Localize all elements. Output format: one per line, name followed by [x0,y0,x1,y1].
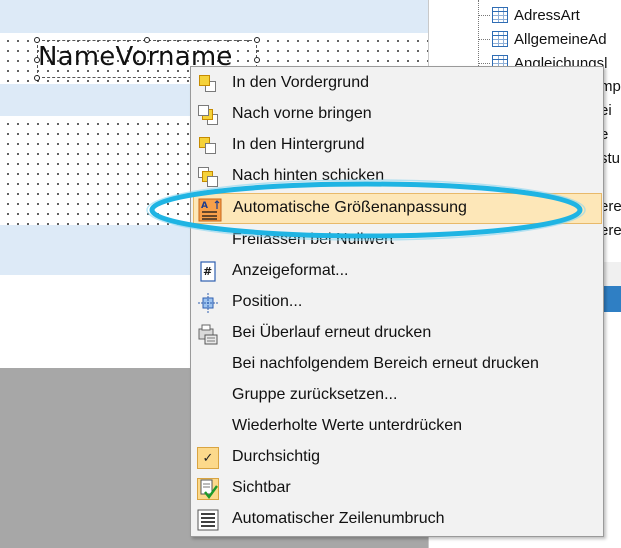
display-format-icon: # [197,261,219,283]
menu-item-label: Gruppe zurücksetzen... [232,386,398,403]
resize-handle[interactable] [34,37,40,43]
menu-item-label: Nach vorne bringen [232,105,372,122]
menu-item-label: Automatischer Zeilenumbruch [232,510,445,527]
menu-item-label: Bei nachfolgendem Bereich erneut drucken [232,355,539,372]
menu-item-label: Durchsichtig [232,448,321,465]
tree-connector [478,62,490,64]
panel-tab-blue[interactable] [604,286,621,312]
svg-text:A: A [201,201,208,211]
menu-item-label: In den Hintergrund [232,136,365,153]
auto-size-icon: A [198,198,222,222]
menu-item-suppress-if-null[interactable]: Freilassen bei Nullwert [191,225,603,256]
resize-handle[interactable] [254,57,260,63]
tree-connector [478,38,490,40]
table-icon [492,7,508,23]
menu-item-bring-to-front[interactable]: In den Vordergrund [191,68,603,99]
menu-item-label: In den Vordergrund [232,74,369,91]
visible-check-icon [197,478,219,500]
menu-item-display-format[interactable]: # Anzeigeformat... [191,256,603,287]
tree-connector [478,14,490,16]
menu-item-label: Freilassen bei Nullwert [232,231,394,248]
menu-item-reprint-next-section[interactable]: Bei nachfolgendem Bereich erneut drucken [191,349,603,380]
menu-item-label: Nach hinten schicken [232,167,385,184]
menu-item-position[interactable]: Position... [191,287,603,318]
checkmark-icon: ✓ [197,447,219,469]
send-backward-icon [197,166,219,188]
svg-text:#: # [203,265,212,278]
tree-item-table[interactable]: AllgemeineAd [478,28,607,50]
resize-handle[interactable] [254,37,260,43]
table-icon [492,31,508,47]
tree-item-label: AdressArt [514,6,580,24]
resize-handle[interactable] [144,37,150,43]
word-wrap-icon [197,509,219,531]
panel-header-strip [604,262,621,286]
menu-item-suppress-duplicates[interactable]: Wiederholte Werte unterdrücken [191,411,603,442]
menu-item-label: Anzeigeformat... [232,262,349,279]
context-menu: In den Vordergrund Nach vorne bringen In… [190,66,604,537]
menu-item-bring-forward[interactable]: Nach vorne bringen [191,99,603,130]
send-to-back-icon [197,135,219,157]
menu-item-label: Automatische Größenanpassung [233,199,467,216]
bring-forward-icon [197,104,219,126]
resize-handle[interactable] [34,75,40,81]
menu-item-label: Position... [232,293,303,310]
tree-item-table[interactable]: AdressArt [478,4,580,26]
tree-item-label: AllgemeineAd [514,30,607,48]
menu-item-transparent[interactable]: ✓ Durchsichtig [191,442,603,473]
menu-item-send-to-back[interactable]: In den Hintergrund [191,130,603,161]
position-icon [197,292,219,314]
menu-item-visible[interactable]: Sichtbar [191,473,603,504]
menu-item-reprint-on-overflow[interactable]: Bei Überlauf erneut drucken [191,318,603,349]
bring-to-front-icon [197,73,219,95]
menu-item-send-backward[interactable]: Nach hinten schicken [191,161,603,192]
menu-item-word-wrap[interactable]: Automatischer Zeilenumbruch [191,504,603,535]
menu-item-label: Wiederholte Werte unterdrücken [232,417,463,434]
menu-item-label: Sichtbar [232,479,291,496]
reprint-icon [197,323,219,345]
resize-handle[interactable] [34,57,40,63]
menu-item-label: Bei Überlauf erneut drucken [232,324,432,341]
menu-item-reset-group[interactable]: Gruppe zurücksetzen... [191,380,603,411]
section-band [0,0,428,33]
menu-item-auto-size[interactable]: A Automatische Größenanpassung [193,193,602,224]
